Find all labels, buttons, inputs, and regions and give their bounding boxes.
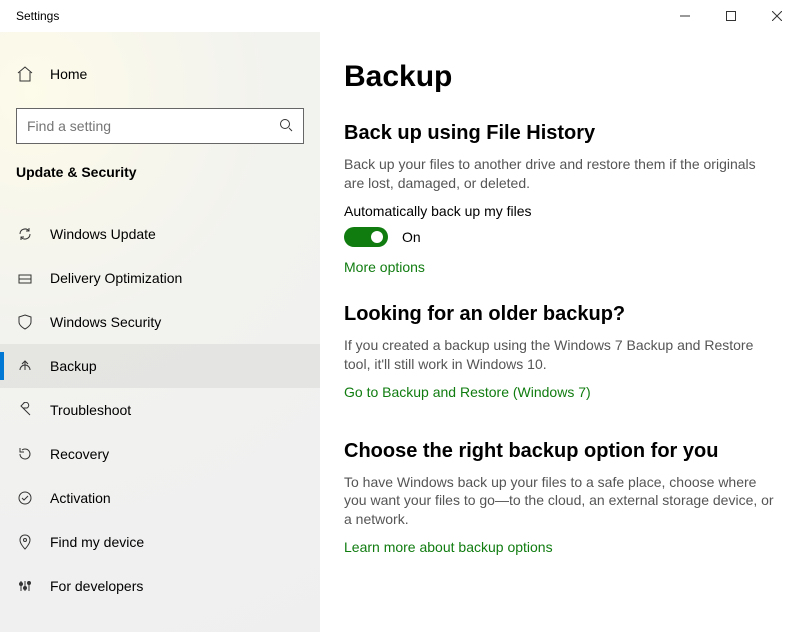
- toggle-label: Automatically back up my files: [344, 203, 776, 219]
- search-box[interactable]: [16, 108, 304, 144]
- section-older-backup: Looking for an older backup? If you crea…: [344, 303, 776, 400]
- developer-icon: [16, 578, 34, 594]
- sidebar-item-troubleshoot[interactable]: Troubleshoot: [0, 388, 320, 432]
- backup-icon: [16, 358, 34, 374]
- auto-backup-toggle[interactable]: [344, 227, 388, 247]
- sidebar-category: Update & Security: [0, 158, 320, 194]
- sidebar-item-windows-security[interactable]: Windows Security: [0, 300, 320, 344]
- sidebar-item-for-developers[interactable]: For developers: [0, 564, 320, 608]
- sidebar-item-label: Backup: [50, 358, 97, 374]
- sidebar-item-label: Delivery Optimization: [50, 270, 182, 286]
- section-file-history: Back up using File History Back up your …: [344, 122, 776, 275]
- sidebar-item-label: Windows Update: [50, 226, 156, 242]
- location-icon: [16, 534, 34, 550]
- shield-icon: [16, 314, 34, 330]
- sidebar-item-label: Activation: [50, 490, 111, 506]
- sidebar-item-label: Windows Security: [50, 314, 161, 330]
- close-button[interactable]: [754, 0, 800, 32]
- check-circle-icon: [16, 490, 34, 506]
- more-options-link[interactable]: More options: [344, 259, 776, 275]
- section-choose-backup: Choose the right backup option for you T…: [344, 440, 776, 556]
- sidebar-item-label: For developers: [50, 578, 143, 594]
- sidebar-nav: Windows Update Delivery Optimization Win…: [0, 194, 320, 608]
- maximize-button[interactable]: [708, 0, 754, 32]
- recovery-icon: [16, 446, 34, 462]
- sidebar-item-label: Find my device: [50, 534, 144, 550]
- section-heading: Choose the right backup option for you: [344, 440, 776, 463]
- search-input[interactable]: [27, 118, 279, 134]
- search-icon: [279, 118, 293, 135]
- sync-icon: [16, 226, 34, 242]
- sidebar-item-backup[interactable]: Backup: [0, 344, 320, 388]
- titlebar: Settings: [0, 0, 800, 32]
- delivery-icon: [16, 270, 34, 286]
- page-title: Backup: [344, 60, 776, 94]
- section-heading: Back up using File History: [344, 122, 776, 145]
- section-desc: Back up your files to another drive and …: [344, 155, 774, 193]
- sidebar-item-label: Recovery: [50, 446, 109, 462]
- window-title: Settings: [16, 9, 59, 23]
- minimize-button[interactable]: [662, 0, 708, 32]
- learn-more-link[interactable]: Learn more about backup options: [344, 539, 776, 555]
- wrench-icon: [16, 402, 34, 418]
- section-desc: To have Windows back up your files to a …: [344, 473, 774, 530]
- sidebar-item-find-my-device[interactable]: Find my device: [0, 520, 320, 564]
- section-heading: Looking for an older backup?: [344, 303, 776, 326]
- home-icon: [16, 65, 34, 83]
- window-controls: [662, 0, 800, 32]
- sidebar-item-activation[interactable]: Activation: [0, 476, 320, 520]
- main-content: Backup Back up using File History Back u…: [320, 32, 800, 632]
- sidebar-home[interactable]: Home: [0, 52, 320, 96]
- backup-restore-link[interactable]: Go to Backup and Restore (Windows 7): [344, 384, 776, 400]
- sidebar-home-label: Home: [50, 66, 87, 82]
- section-desc: If you created a backup using the Window…: [344, 336, 774, 374]
- toggle-state: On: [402, 229, 421, 245]
- sidebar-item-recovery[interactable]: Recovery: [0, 432, 320, 476]
- sidebar-item-delivery-optimization[interactable]: Delivery Optimization: [0, 256, 320, 300]
- sidebar-item-windows-update[interactable]: Windows Update: [0, 212, 320, 256]
- sidebar-item-label: Troubleshoot: [50, 402, 131, 418]
- sidebar: Home Update & Security Windows Update De…: [0, 32, 320, 632]
